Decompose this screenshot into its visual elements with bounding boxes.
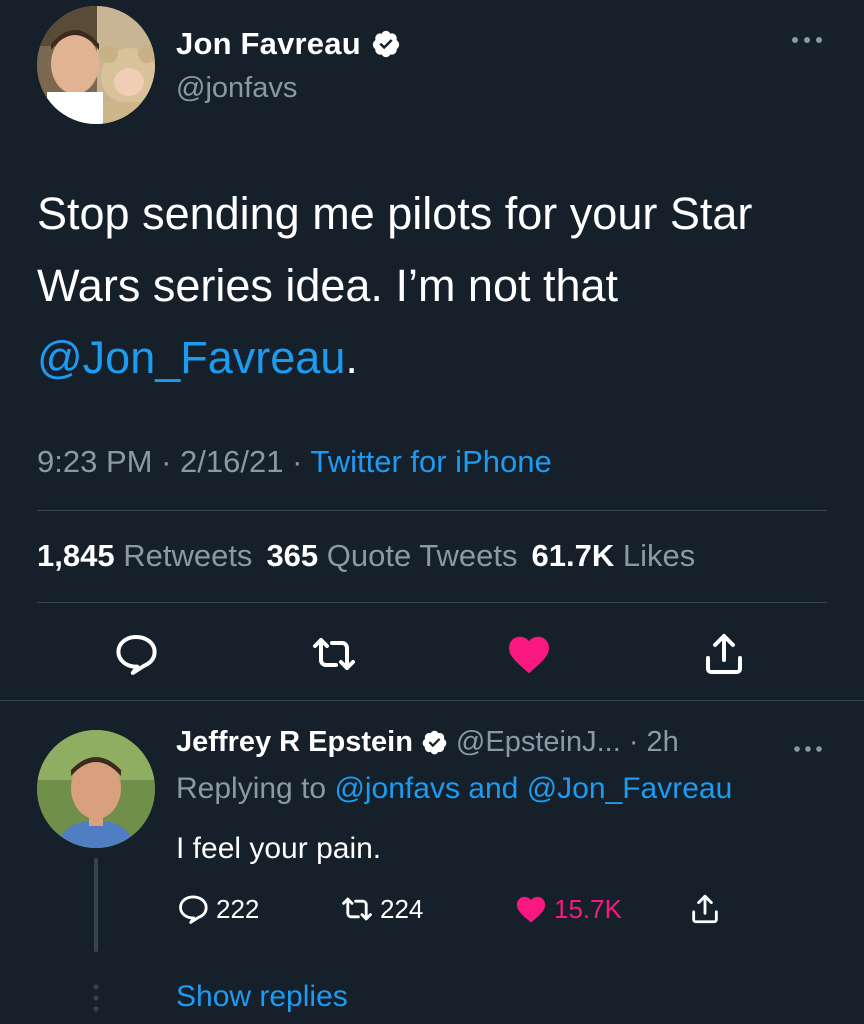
thread-dots-icon (90, 982, 102, 1014)
divider (37, 602, 827, 603)
tweet-detail-view: Jon Favreau @jonfavs Stop sending me pil… (0, 0, 864, 1024)
meta-separator: · (292, 444, 303, 479)
replying-to: Replying to @jonfavs and @Jon_Favreau (176, 772, 732, 806)
tweet-text-end: . (345, 332, 358, 383)
thread-line (94, 858, 98, 952)
author-name-text: Jon Favreau (176, 26, 361, 61)
divider (37, 510, 827, 511)
replying-and: and (468, 772, 519, 805)
share-icon (688, 892, 722, 926)
share-icon[interactable] (700, 630, 748, 678)
reply-count: 222 (216, 893, 260, 924)
more-options-icon[interactable] (792, 740, 824, 758)
author-name[interactable]: Jon Favreau (176, 26, 401, 62)
avatar-photo-icon (37, 6, 155, 124)
mention-link[interactable]: @jonfavs (334, 772, 460, 805)
tweet-meta: 9:23 PM · 2/16/21 · Twitter for iPhone (37, 444, 552, 480)
reply-header: Jeffrey R Epstein @EpsteinJ... · 2h (176, 726, 679, 759)
quotes-stat[interactable]: 365 Quote Tweets (266, 538, 517, 573)
replying-to-label: Replying to (176, 772, 327, 805)
verified-badge-icon (371, 29, 401, 59)
mention-link[interactable]: @Jon_Favreau (527, 772, 733, 805)
reply-reply-button[interactable]: 222 (176, 890, 259, 928)
retweets-label: Retweets (123, 538, 253, 573)
retweet-icon[interactable] (310, 630, 358, 678)
retweets-count: 1,845 (37, 538, 115, 573)
retweet-count: 224 (380, 893, 424, 924)
verified-badge-icon (421, 729, 448, 756)
reply-author-name[interactable]: Jeffrey R Epstein (176, 726, 413, 759)
avatar-photo-icon (37, 730, 155, 848)
like-count: 15.7K (554, 893, 622, 924)
reply-like-button[interactable]: 15.7K (514, 890, 622, 928)
meta-separator: · (161, 444, 172, 479)
tweet-stats: 1,845 Retweets 365 Quote Tweets 61.7K Like… (37, 538, 695, 574)
reply-author-handle[interactable]: @EpsteinJ... (456, 726, 621, 759)
likes-stat[interactable]: 61.7K Likes (532, 538, 696, 573)
reply-icon (176, 892, 210, 926)
reply-icon[interactable] (112, 630, 160, 678)
tweet-text-body: Stop sending me pilots for your Star War… (37, 188, 753, 311)
show-replies-link[interactable]: Show replies (176, 980, 348, 1014)
tweet-text: Stop sending me pilots for your Star War… (37, 178, 837, 394)
avatar[interactable] (37, 730, 155, 848)
likes-label: Likes (622, 538, 696, 573)
heart-icon[interactable] (505, 630, 553, 678)
likes-count: 61.7K (531, 538, 615, 573)
quotes-count: 365 (266, 538, 319, 573)
quotes-label: Quote Tweets (326, 538, 518, 573)
tweet-source-link[interactable]: Twitter for iPhone (310, 444, 551, 479)
reply-time[interactable]: 2h (647, 726, 679, 759)
avatar[interactable] (37, 6, 155, 124)
tweet-date[interactable]: 2/16/21 (180, 444, 283, 479)
heart-icon (514, 892, 548, 926)
author-handle[interactable]: @jonfavs (176, 72, 297, 105)
tweet-time[interactable]: 9:23 PM (37, 444, 152, 479)
retweets-stat[interactable]: 1,845 Retweets (37, 538, 252, 573)
reply-retweet-button[interactable]: 224 (340, 890, 423, 928)
reply-text: I feel your pain. (176, 832, 382, 865)
more-options-icon[interactable] (790, 30, 824, 50)
divider (0, 700, 864, 701)
mention-link[interactable]: @Jon_Favreau (37, 332, 345, 383)
reply-share-button[interactable] (688, 890, 722, 928)
retweet-icon (340, 892, 374, 926)
meta-separator: · (620, 726, 647, 758)
